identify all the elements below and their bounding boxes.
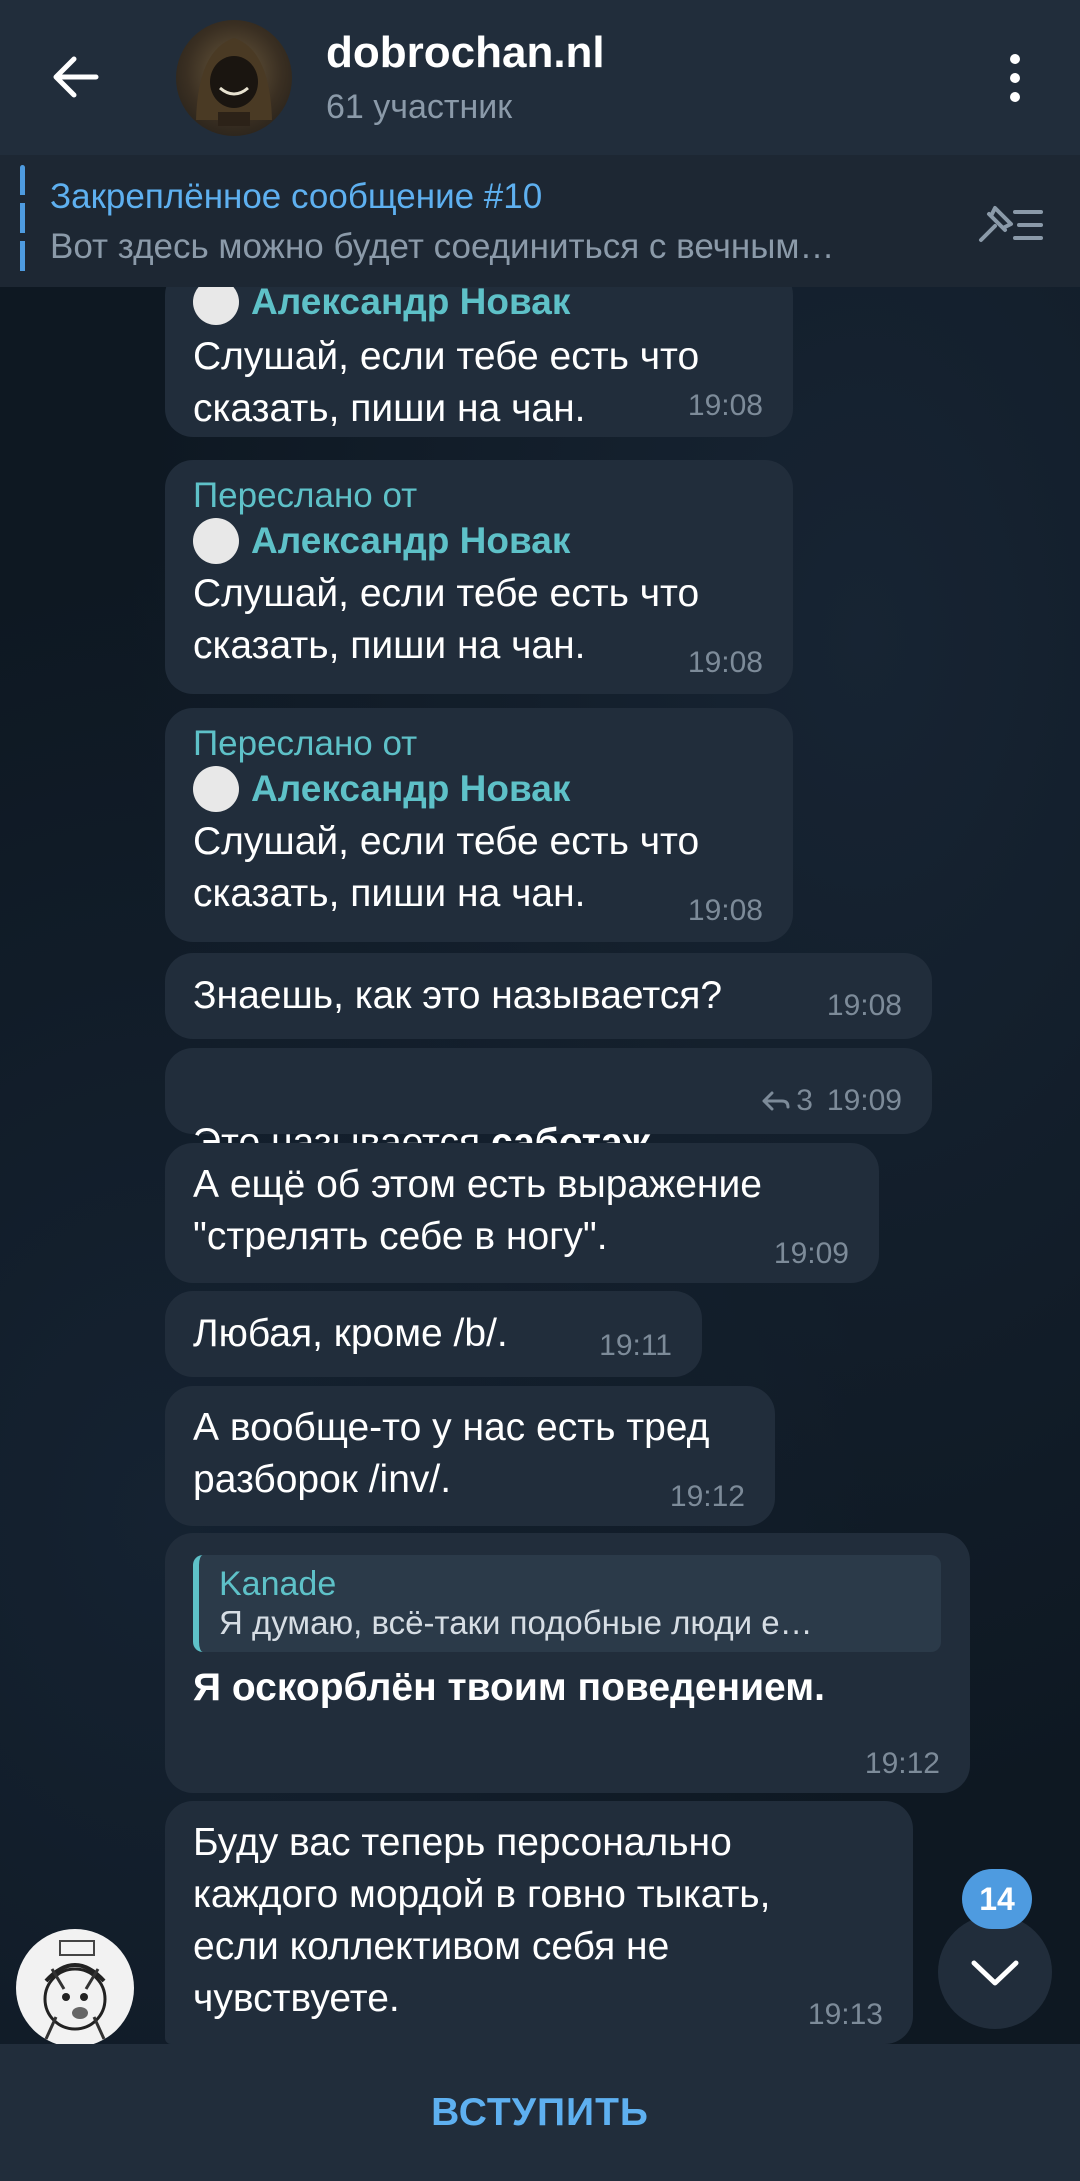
message-time: 19:12 bbox=[864, 1747, 940, 1780]
message-time: 19:13 bbox=[807, 1998, 883, 2031]
author-avatar bbox=[193, 518, 239, 564]
message-bubble[interactable]: Переслано от Александр Новак Слушай, есл… bbox=[165, 460, 793, 694]
author-name: Александр Новак bbox=[251, 520, 571, 561]
arrow-left-icon bbox=[53, 56, 99, 98]
forwarded-label: Переслано от bbox=[193, 476, 418, 515]
unread-count-badge: 14 bbox=[962, 1869, 1032, 1929]
message-text: Буду вас теперь персонально каждого морд… bbox=[193, 1821, 771, 2020]
join-button[interactable]: ВСТУПИТЬ bbox=[431, 2091, 649, 2135]
message-text: Слушай, если тебе есть что сказать, пиши… bbox=[193, 335, 700, 430]
chevron-down-icon bbox=[971, 1960, 1019, 1986]
chat-title[interactable]: dobrochan.nl bbox=[326, 28, 605, 78]
message-bubble[interactable]: Александр Новак Слушай, если тебе есть ч… bbox=[165, 287, 793, 437]
author-name: Александр Новак bbox=[251, 287, 571, 322]
bottom-bar: ВСТУПИТЬ bbox=[0, 2044, 1080, 2181]
reply-text: Я думаю, всё-таки подобные люди е… bbox=[219, 1604, 813, 1641]
pinned-indicator bbox=[20, 165, 25, 275]
scroll-down-button[interactable] bbox=[938, 1915, 1052, 2029]
message-bubble[interactable]: А ещё об этом есть выражение "стрелять с… bbox=[165, 1143, 879, 1283]
message-time: 19:08 bbox=[826, 989, 902, 1022]
message-time: 19:12 bbox=[669, 1480, 745, 1513]
message-meta[interactable]: 3 19:09 bbox=[760, 1084, 902, 1118]
back-button[interactable] bbox=[40, 42, 110, 112]
message-text: А вообще-то у нас есть тред разборок /in… bbox=[193, 1406, 710, 1501]
message-time: 19:09 bbox=[826, 1084, 902, 1117]
dot-icon bbox=[1010, 92, 1020, 102]
author-name: Александр Новак bbox=[251, 768, 571, 809]
pinned-text: Вот здесь можно будет соединиться с вечн… bbox=[50, 227, 835, 266]
sender-portrait-icon bbox=[43, 1940, 107, 2040]
author-avatar bbox=[193, 766, 239, 812]
dot-icon bbox=[1010, 73, 1020, 83]
reply-arrow-icon bbox=[762, 1091, 790, 1111]
message-time: 19:08 bbox=[687, 894, 763, 927]
pinned-title: Закреплённое сообщение #10 bbox=[50, 177, 543, 216]
message-bubble[interactable]: А вообще-то у нас есть тред разборок /in… bbox=[165, 1386, 775, 1526]
message-bubble[interactable]: Это называется саботаж. 3 19:09 bbox=[165, 1048, 932, 1164]
pinned-list-icon[interactable] bbox=[975, 200, 1045, 250]
message-bubble[interactable]: Буду вас теперь персонально каждого морд… bbox=[165, 1801, 913, 2044]
hooded-figure-icon bbox=[196, 38, 272, 126]
message-list[interactable]: Александр Новак Слушай, если тебе есть ч… bbox=[0, 287, 1080, 2044]
chat-header: dobrochan.nl 61 участник bbox=[0, 0, 1080, 155]
message-time: 19:09 bbox=[773, 1237, 849, 1270]
member-count: 61 участник bbox=[326, 88, 513, 126]
message-text: Я оскорблён твоим поведением. bbox=[193, 1666, 825, 1709]
reply-count: 3 bbox=[796, 1084, 813, 1117]
message-time: 19:08 bbox=[687, 646, 763, 679]
forward-author[interactable]: Александр Новак bbox=[193, 518, 765, 564]
message-bubble[interactable]: Знаешь, как это называется? 19:08 bbox=[165, 953, 932, 1039]
forwarded-label: Переслано от bbox=[193, 724, 418, 763]
reply-author: Kanade bbox=[219, 1565, 337, 1603]
message-time: 19:11 bbox=[599, 1329, 672, 1362]
message-text: Знаешь, как это называется? bbox=[193, 974, 723, 1017]
message-text: Слушай, если тебе есть что сказать, пиши… bbox=[193, 820, 700, 915]
forward-author[interactable]: Александр Новак bbox=[193, 287, 765, 325]
author-avatar bbox=[193, 287, 239, 325]
message-text: Слушай, если тебе есть что сказать, пиши… bbox=[193, 572, 700, 667]
sender-avatar[interactable] bbox=[16, 1929, 134, 2044]
group-avatar[interactable] bbox=[176, 20, 292, 136]
message-bubble[interactable]: Kanade Я думаю, всё-таки подобные люди е… bbox=[165, 1533, 970, 1793]
more-options-button[interactable] bbox=[990, 48, 1040, 108]
reply-preview[interactable]: Kanade Я думаю, всё-таки подобные люди е… bbox=[193, 1555, 941, 1652]
message-text: А ещё об этом есть выражение "стрелять с… bbox=[193, 1163, 762, 1258]
message-bubble[interactable]: Любая, кроме /b/. 19:11 bbox=[165, 1291, 702, 1377]
pinned-message-bar[interactable]: Закреплённое сообщение #10 Вот здесь мож… bbox=[0, 155, 1080, 287]
dot-icon bbox=[1010, 54, 1020, 64]
message-bubble[interactable]: Переслано от Александр Новак Слушай, есл… bbox=[165, 708, 793, 942]
forward-author[interactable]: Александр Новак bbox=[193, 766, 765, 812]
message-time: 19:08 bbox=[687, 389, 763, 422]
